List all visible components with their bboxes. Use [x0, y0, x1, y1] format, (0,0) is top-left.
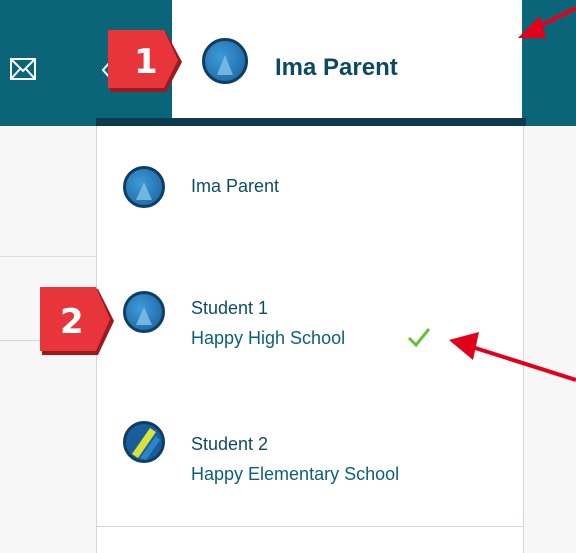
account-name: Ima Parent: [191, 176, 280, 196]
callout-number-2: 2: [60, 302, 84, 342]
parent-avatar-icon: [123, 166, 165, 208]
account-item-parent[interactable]: Ima Parent: [97, 141, 523, 231]
account-name: Student 1: [191, 298, 269, 318]
check-icon: [407, 328, 431, 348]
account-school: Happy High School: [191, 328, 346, 348]
student2-avatar-icon: [123, 421, 165, 463]
account-school: Happy Elementary School: [191, 464, 400, 484]
annotation-arrow-top: [518, 6, 576, 38]
student1-avatar-icon: [123, 291, 165, 333]
active-tab-underline: [96, 118, 526, 126]
dropdown-divider: [97, 526, 523, 527]
account-item-student-2[interactable]: Student 2 Happy Elementary School: [97, 416, 523, 506]
user-avatar-icon: [202, 38, 248, 84]
mail-icon[interactable]: [8, 54, 38, 84]
callout-number-1: 1: [134, 42, 158, 82]
account-name: Student 2: [191, 434, 269, 454]
user-name-label: Ima Parent: [275, 54, 398, 81]
divider: [0, 256, 96, 257]
user-switcher-tab[interactable]: Ima Parent: [172, 0, 522, 118]
annotation-arrow-check: [449, 332, 576, 382]
